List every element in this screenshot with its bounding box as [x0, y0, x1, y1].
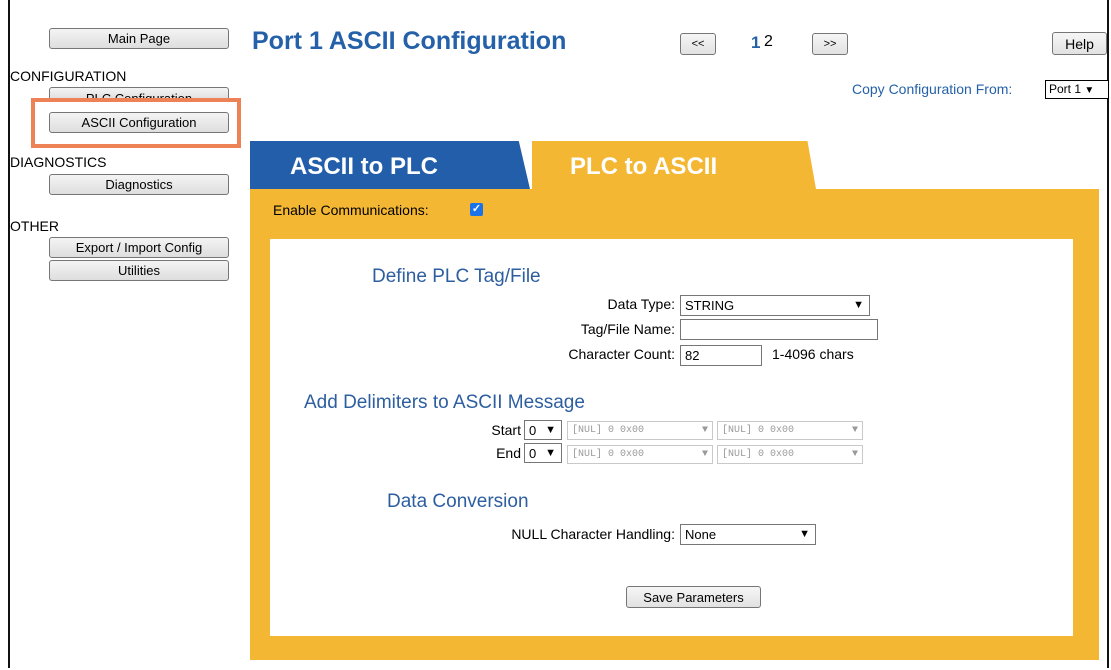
character-count-label: Character Count: [568, 346, 675, 362]
chevron-down-icon: ▼ [701, 425, 708, 436]
data-type-value: STRING [685, 298, 735, 313]
chevron-down-icon: ▼ [851, 425, 858, 436]
tag-name-label: Tag/File Name: [580, 321, 675, 337]
page-title: Port 1 ASCII Configuration [252, 27, 567, 55]
main-page-button[interactable]: Main Page [49, 28, 229, 49]
null-handling-select[interactable]: None ▼ [680, 524, 816, 545]
utilities-button[interactable]: Utilities [49, 260, 229, 281]
character-count-input[interactable]: 82 [680, 345, 762, 366]
copy-config-label: Copy Configuration From: [852, 81, 1013, 97]
start-delimiter-2-value: [NUL] 0 0x00 [722, 425, 795, 436]
tab-plc-to-ascii[interactable]: PLC to ASCII [532, 141, 816, 189]
character-count-value: 82 [685, 348, 700, 363]
start-delimiter-1-value: [NUL] 0 0x00 [572, 425, 645, 436]
data-type-label: Data Type: [607, 296, 675, 312]
end-delimiter-1-select: [NUL] 0 0x00 ▼ [567, 445, 713, 464]
start-delimiter-2-select: [NUL] 0 0x00 ▼ [717, 421, 863, 440]
start-label: Start [491, 422, 521, 438]
copy-config-select[interactable]: Port 1 ▼ [1045, 80, 1109, 99]
chevron-down-icon: ▼ [851, 449, 858, 460]
end-count-select[interactable]: 0 ▼ [524, 443, 562, 463]
settings-card: Define PLC Tag/File Data Type: STRING ▼ … [270, 239, 1073, 636]
export-import-button[interactable]: Export / Import Config [49, 237, 229, 258]
data-type-select[interactable]: STRING ▼ [680, 295, 870, 316]
copy-config-value: Port 1 [1049, 82, 1082, 96]
other-heading: OTHER [10, 218, 59, 234]
enable-communications-checkbox[interactable]: ✓ [470, 203, 483, 216]
page-2-link[interactable]: 2 [764, 33, 773, 51]
highlight-box [31, 98, 241, 148]
delimiters-title: Add Delimiters to ASCII Message [304, 392, 585, 413]
tab-panel: Enable Communications: ✓ Define PLC Tag/… [250, 189, 1099, 660]
end-delimiter-1-value: [NUL] 0 0x00 [572, 449, 645, 460]
diagnostics-heading: DIAGNOSTICS [10, 154, 107, 170]
tab-label: ASCII to PLC [290, 153, 438, 180]
start-count-select[interactable]: 0 ▼ [524, 420, 562, 440]
chevron-down-icon: ▼ [701, 449, 708, 460]
tab-label: PLC to ASCII [570, 153, 718, 180]
chevron-down-icon: ▼ [799, 528, 810, 540]
tab-ascii-to-plc[interactable]: ASCII to PLC [250, 141, 530, 189]
start-delimiter-1-select: [NUL] 0 0x00 ▼ [567, 421, 713, 440]
null-handling-label: NULL Character Handling: [511, 526, 675, 542]
chevron-down-icon: ▼ [545, 424, 556, 436]
enable-communications-label: Enable Communications: [273, 202, 429, 218]
diagnostics-button[interactable]: Diagnostics [49, 174, 229, 195]
define-tag-title: Define PLC Tag/File [372, 266, 541, 287]
page-1-link[interactable]: 1 [751, 33, 760, 53]
end-delimiter-2-value: [NUL] 0 0x00 [722, 449, 795, 460]
save-parameters-button[interactable]: Save Parameters [626, 586, 761, 608]
start-count-value: 0 [529, 423, 537, 438]
null-handling-value: None [685, 527, 717, 542]
chevron-down-icon: ▼ [545, 447, 556, 459]
chevron-down-icon: ▼ [853, 299, 864, 311]
end-count-value: 0 [529, 446, 537, 461]
end-delimiter-2-select: [NUL] 0 0x00 ▼ [717, 445, 863, 464]
prev-page-button[interactable]: << [680, 33, 716, 55]
next-page-button[interactable]: >> [812, 33, 848, 55]
help-button[interactable]: Help [1052, 32, 1107, 55]
character-count-hint: 1-4096 chars [772, 346, 854, 362]
end-label: End [496, 445, 521, 461]
tag-name-input[interactable] [680, 319, 878, 340]
chevron-down-icon: ▼ [1084, 85, 1095, 96]
data-conversion-title: Data Conversion [387, 491, 529, 512]
configuration-heading: CONFIGURATION [10, 68, 127, 84]
